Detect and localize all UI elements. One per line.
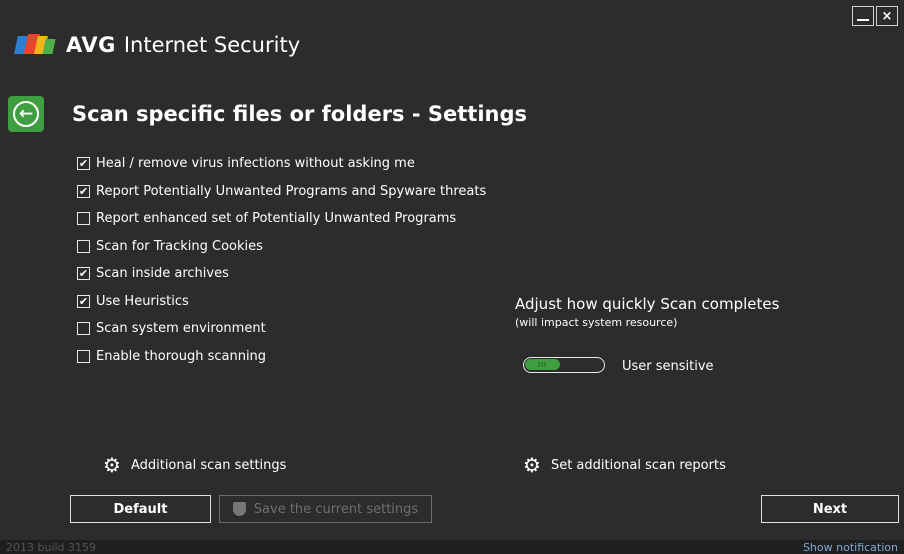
scan-option-4[interactable]: ✔ Scan inside archives	[77, 260, 486, 288]
checkbox[interactable]: ✔	[77, 267, 90, 281]
gear-icon: ⚙	[523, 453, 541, 477]
scan-option-label: Report Potentially Unwanted Programs and…	[96, 183, 487, 199]
speed-title: Adjust how quickly Scan completes	[515, 295, 780, 313]
checkbox[interactable]: ✔	[77, 294, 90, 308]
page-title: Scan specific files or folders - Setting…	[72, 102, 528, 126]
checkbox[interactable]: ✔	[77, 157, 90, 171]
additional-scan-reports-link[interactable]: ⚙ Set additional scan reports	[523, 455, 726, 475]
close-icon: ×	[881, 8, 893, 24]
save-settings-label: Save the current settings	[253, 501, 419, 517]
scan-speed-slider[interactable]: III	[523, 357, 605, 373]
close-button[interactable]: ×	[876, 6, 898, 26]
next-button[interactable]: Next	[761, 495, 899, 523]
checkbox[interactable]	[77, 212, 90, 226]
scan-option-0[interactable]: ✔ Heal / remove virus infections without …	[77, 150, 486, 178]
scan-option-label: Scan for Tracking Cookies	[96, 238, 263, 254]
app-logo: AVG Internet Security	[14, 32, 300, 58]
save-settings-button[interactable]: Save the current settings	[219, 495, 432, 523]
scan-option-7[interactable]: Enable thorough scanning	[77, 343, 486, 371]
product-name: Internet Security	[123, 33, 301, 57]
scan-option-1[interactable]: ✔ Report Potentially Unwanted Programs an…	[77, 178, 486, 206]
scan-option-label: Scan inside archives	[96, 266, 229, 282]
slider-handle[interactable]: III	[525, 359, 560, 370]
back-button[interactable]: ←	[8, 96, 44, 132]
scan-option-5[interactable]: ✔ Use Heuristics	[77, 288, 486, 316]
status-bar	[0, 540, 904, 554]
scan-option-3[interactable]: Scan for Tracking Cookies	[77, 233, 486, 261]
scan-option-2[interactable]: Report enhanced set of Potentially Unwan…	[77, 205, 486, 233]
additional-scan-settings-link[interactable]: ⚙ Additional scan settings	[103, 455, 286, 475]
scan-option-6[interactable]: Scan system environment	[77, 315, 486, 343]
slider-grip: III	[537, 360, 548, 369]
scan-option-label: Use Heuristics	[96, 293, 189, 309]
scan-option-label: Enable thorough scanning	[96, 348, 267, 364]
avg-logo-icon	[14, 32, 58, 58]
scan-option-label: Heal / remove virus infections without a…	[96, 156, 415, 172]
checkbox[interactable]: ✔	[77, 184, 90, 198]
checkbox[interactable]	[77, 349, 90, 363]
build-info: 2013 build 3159	[6, 541, 97, 554]
scan-option-label: Report enhanced set of Potentially Unwan…	[96, 211, 457, 227]
arrow-left-icon: ←	[13, 101, 39, 127]
additional-scan-reports-label: Set additional scan reports	[550, 457, 726, 473]
speed-value: User sensitive	[622, 359, 714, 374]
shield-icon	[232, 502, 246, 516]
checkbox[interactable]	[77, 239, 90, 253]
gear-icon: ⚙	[103, 453, 121, 477]
scan-option-label: Scan system environment	[96, 321, 266, 337]
checkbox[interactable]	[77, 322, 90, 336]
app-window: × AVG Internet Security ← Scan specific …	[0, 0, 904, 554]
show-notification-link[interactable]: Show notification	[803, 541, 898, 554]
scan-options-list: ✔ Heal / remove virus infections without …	[77, 150, 486, 370]
minimize-button[interactable]	[852, 6, 874, 26]
minimize-icon	[857, 19, 869, 21]
additional-scan-settings-label: Additional scan settings	[130, 457, 287, 473]
default-button[interactable]: Default	[70, 495, 211, 523]
speed-subtitle: (will impact system resource)	[515, 316, 678, 329]
window-controls: ×	[852, 6, 898, 26]
brand-name: AVG	[66, 33, 116, 57]
